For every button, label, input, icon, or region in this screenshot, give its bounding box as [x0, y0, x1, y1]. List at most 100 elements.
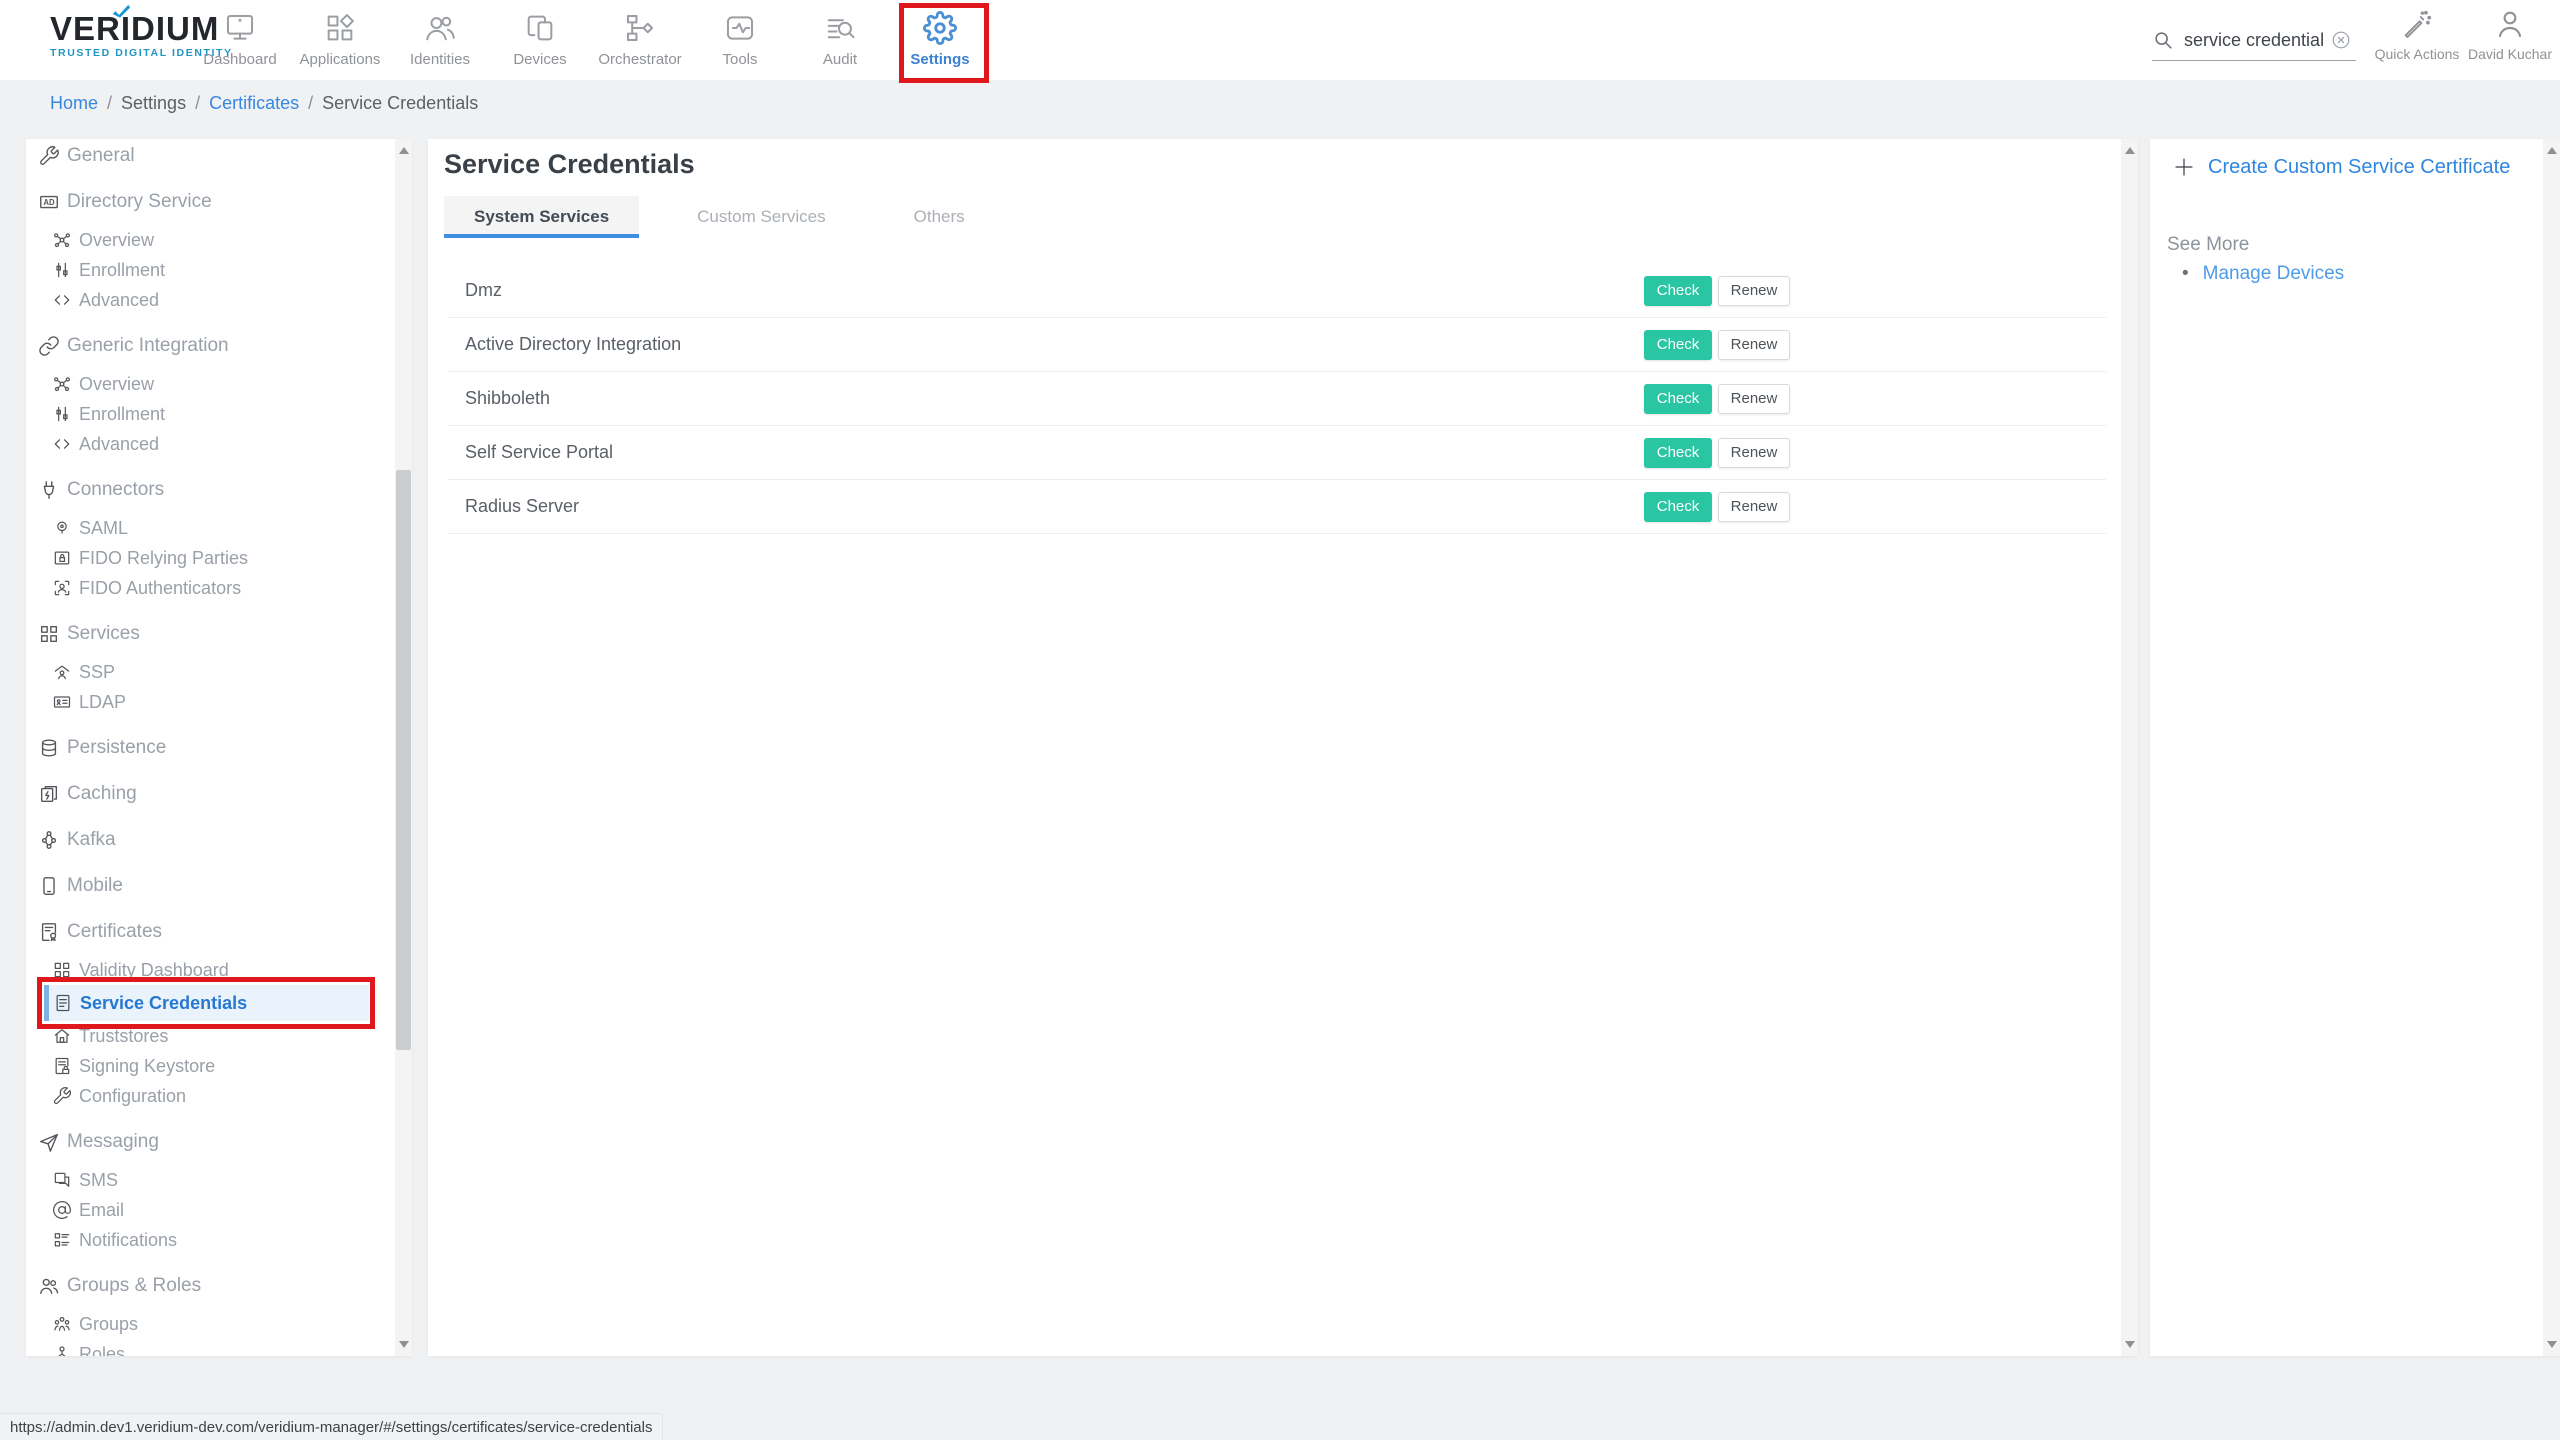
sidebar-item-caching[interactable]: Caching — [26, 779, 395, 809]
scrollbar-thumb[interactable] — [396, 470, 411, 1050]
sidebar-item-label: FIDO Authenticators — [79, 578, 241, 599]
sidebar-item-truststores[interactable]: Truststores — [26, 1021, 395, 1051]
tab-system-services[interactable]: System Services — [444, 196, 639, 238]
aside-scrollbar[interactable] — [2543, 139, 2560, 1356]
sidebar-item-roles[interactable]: Roles — [26, 1339, 395, 1356]
sidebar-item-label: Signing Keystore — [79, 1056, 215, 1077]
service-row-self-service-portal: Self Service Portal CheckRenew — [448, 426, 2106, 480]
sidebar-item-label: Directory Service — [67, 191, 212, 213]
people-icon — [38, 1275, 60, 1297]
applications-icon — [323, 11, 357, 45]
nav-item-tools[interactable]: Tools — [690, 0, 790, 80]
check-button[interactable]: Check — [1644, 384, 1712, 414]
sidebar-item-mobile[interactable]: Mobile — [26, 871, 395, 901]
breadcrumb-service-credentials: Service Credentials — [322, 93, 478, 113]
sidebar-item-label: Overview — [79, 230, 154, 251]
sidebar-item-groups[interactable]: Groups — [26, 1309, 395, 1339]
sidebar-item-messaging[interactable]: Messaging — [26, 1127, 395, 1157]
user-menu[interactable]: David Kuchar — [2455, 8, 2560, 62]
nav-label: Dashboard — [203, 51, 276, 68]
service-name: Self Service Portal — [465, 442, 613, 463]
tab-others[interactable]: Others — [884, 196, 995, 238]
scroll-up-icon[interactable] — [2547, 147, 2557, 154]
renew-button[interactable]: Renew — [1718, 330, 1790, 360]
sidebar-item-enrollment[interactable]: Enrollment — [26, 399, 395, 429]
tab-custom-services[interactable]: Custom Services — [667, 196, 855, 238]
link-manage-devices[interactable]: Manage Devices — [2203, 263, 2345, 285]
breadcrumb-certificates[interactable]: Certificates — [209, 93, 299, 113]
renew-button[interactable]: Renew — [1718, 438, 1790, 468]
nav-item-audit[interactable]: Audit — [790, 0, 890, 80]
nav-item-dashboard[interactable]: Dashboard — [190, 0, 290, 80]
sidebar-item-overview[interactable]: Overview — [26, 225, 395, 255]
create-custom-service-certificate-link[interactable]: Create Custom Service Certificate — [2172, 155, 2510, 179]
main-scrollbar[interactable] — [2121, 139, 2138, 1356]
sidebar-scrollbar[interactable] — [395, 139, 412, 1356]
check-button[interactable]: Check — [1644, 492, 1712, 522]
sidebar-item-label: Validity Dashboard — [79, 960, 229, 981]
sidebar-item-configuration[interactable]: Configuration — [26, 1081, 395, 1111]
sidebar-item-email[interactable]: Email — [26, 1195, 395, 1225]
nodes-icon — [52, 230, 72, 250]
wrench-icon — [38, 145, 60, 167]
sidebar-item-generic-integration[interactable]: Generic Integration — [26, 331, 395, 361]
sidebar-item-certificates[interactable]: Certificates — [26, 917, 395, 947]
nav-item-devices[interactable]: Devices — [490, 0, 590, 80]
scroll-down-icon[interactable] — [2125, 1341, 2135, 1348]
service-name: Radius Server — [465, 496, 579, 517]
breadcrumb-separator: / — [107, 93, 112, 113]
scroll-up-icon[interactable] — [399, 147, 409, 154]
breadcrumb-home[interactable]: Home — [50, 93, 98, 113]
home-user-icon — [52, 662, 72, 682]
code-icon — [52, 434, 72, 454]
sidebar-item-general[interactable]: General — [26, 141, 395, 171]
sidebar-item-fido-relying-parties[interactable]: FIDO Relying Parties — [26, 543, 395, 573]
database-icon — [38, 737, 60, 759]
sidebar-item-notifications[interactable]: Notifications — [26, 1225, 395, 1255]
sidebar-item-directory-service[interactable]: AD Directory Service — [26, 187, 395, 217]
check-button[interactable]: Check — [1644, 438, 1712, 468]
sidebar-item-service-credentials[interactable]: Service Credentials — [44, 985, 369, 1021]
nav-item-applications[interactable]: Applications — [290, 0, 390, 80]
scroll-down-icon[interactable] — [2547, 1341, 2557, 1348]
sidebar-item-label: Connectors — [67, 479, 164, 501]
top-nav-bar: VERIDIUM TRUSTED DIGITAL IDENTITY Dashbo… — [0, 0, 2560, 80]
check-button[interactable]: Check — [1644, 276, 1712, 306]
sidebar-item-groups-roles[interactable]: Groups & Roles — [26, 1271, 395, 1301]
scroll-up-icon[interactable] — [2125, 147, 2135, 154]
sidebar-item-advanced[interactable]: Advanced — [26, 429, 395, 459]
ad-icon: AD — [38, 191, 60, 213]
nav-label: Applications — [300, 51, 381, 68]
sidebar-item-services[interactable]: Services — [26, 619, 395, 649]
service-list: DmzCheckRenewActive Directory Integratio… — [428, 264, 2121, 534]
sidebar-item-saml[interactable]: SAML — [26, 513, 395, 543]
renew-button[interactable]: Renew — [1718, 492, 1790, 522]
nav-item-orchestrator[interactable]: Orchestrator — [590, 0, 690, 80]
check-button[interactable]: Check — [1644, 330, 1712, 360]
nav-item-settings[interactable]: Settings — [890, 0, 990, 80]
sidebar-item-label: Groups & Roles — [67, 1275, 201, 1297]
svg-text:AD: AD — [43, 198, 55, 207]
sidebar-item-enrollment[interactable]: Enrollment — [26, 255, 395, 285]
sidebar-item-ldap[interactable]: LDAP — [26, 687, 395, 717]
sidebar-item-overview[interactable]: Overview — [26, 369, 395, 399]
sidebar-item-advanced[interactable]: Advanced — [26, 285, 395, 315]
sidebar-item-validity-dashboard[interactable]: Validity Dashboard — [26, 955, 395, 985]
clear-search-icon[interactable] — [2330, 29, 2352, 51]
scroll-down-icon[interactable] — [399, 1341, 409, 1348]
sidebar-item-kafka[interactable]: Kafka — [26, 825, 395, 855]
sidebar-item-ssp[interactable]: SSP — [26, 657, 395, 687]
sidebar-item-connectors[interactable]: Connectors — [26, 475, 395, 505]
sidebar-item-label: General — [67, 145, 135, 167]
renew-button[interactable]: Renew — [1718, 384, 1790, 414]
nav-item-identities[interactable]: Identities — [390, 0, 490, 80]
search-input[interactable] — [2182, 29, 2326, 52]
sidebar-item-persistence[interactable]: Persistence — [26, 733, 395, 763]
plane-icon — [38, 1131, 60, 1153]
service-tabs: System Services Custom Services Others — [444, 196, 2121, 238]
sidebar-item-label: Roles — [79, 1344, 125, 1357]
sidebar-item-fido-authenticators[interactable]: FIDO Authenticators — [26, 573, 395, 603]
sidebar-item-sms[interactable]: SMS — [26, 1165, 395, 1195]
sidebar-item-signing-keystore[interactable]: Signing Keystore — [26, 1051, 395, 1081]
renew-button[interactable]: Renew — [1718, 276, 1790, 306]
